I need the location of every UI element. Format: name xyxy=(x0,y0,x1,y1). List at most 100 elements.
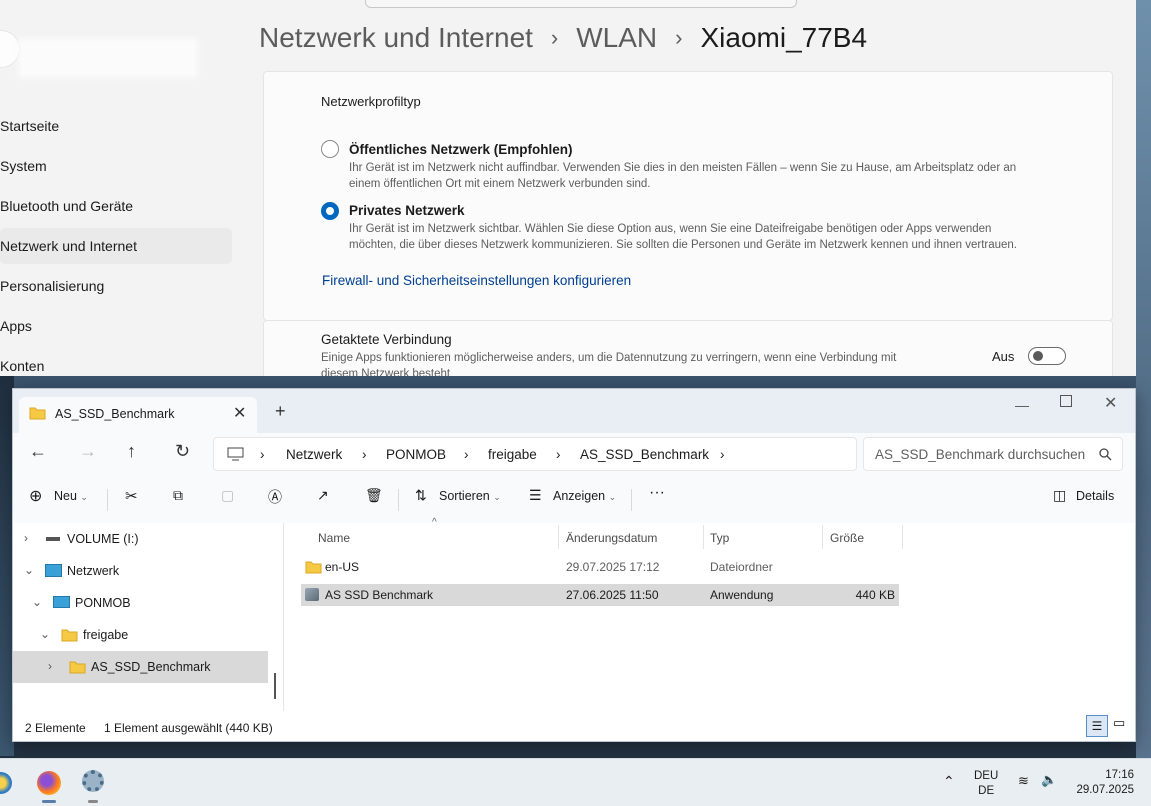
close-window-icon[interactable]: ✕ xyxy=(1104,393,1117,413)
chevron-right-icon: › xyxy=(550,24,559,50)
computer-icon xyxy=(53,596,70,608)
address-freigabe[interactable]: freigabe xyxy=(488,447,537,462)
tree-item-ponmob[interactable]: ⌄ PONMOB xyxy=(13,587,268,619)
tab-bar: AS_SSD_Benchmark ✕ + — ✕ xyxy=(13,389,1135,433)
tiles-view-icon[interactable]: ▭ xyxy=(1113,715,1125,731)
column-date[interactable]: Änderungsdatum xyxy=(566,531,657,545)
details-view-icon[interactable]: ☰ xyxy=(1086,715,1108,737)
drive-icon xyxy=(46,537,60,541)
chevron-right-icon[interactable]: › xyxy=(720,447,725,462)
chevron-down-icon: ⌄ xyxy=(493,492,501,502)
chevron-right-icon[interactable]: › xyxy=(48,659,52,673)
network-icon xyxy=(45,564,62,577)
file-row-as-ssd-benchmark[interactable]: AS SSD Benchmark 27.06.2025 11:50 Anwend… xyxy=(301,584,899,606)
monitor-icon xyxy=(227,447,244,461)
search-input[interactable]: AS_SSD_Benchmark durchsuchen xyxy=(863,437,1123,471)
column-name[interactable]: Name xyxy=(318,531,350,545)
maximize-icon[interactable] xyxy=(1060,395,1072,407)
metered-title: Getaktete Verbindung xyxy=(321,332,452,347)
chevron-right-icon: › xyxy=(362,447,367,462)
show-hidden-icons[interactable]: ⌃ xyxy=(943,773,955,790)
language-indicator[interactable]: DEU DE xyxy=(974,769,998,799)
page-title: Xiaomi_77B4 xyxy=(700,21,868,53)
public-network-radio[interactable] xyxy=(321,140,339,158)
chevron-down-icon[interactable]: ⌄ xyxy=(32,595,42,609)
breadcrumb-wlan[interactable]: WLAN xyxy=(576,22,657,54)
view-button[interactable]: Anzeigen ⌄ xyxy=(553,489,616,503)
back-arrow-icon[interactable]: ← xyxy=(29,441,47,462)
public-network-desc: Ihr Gerät ist im Netzwerk nicht auffindb… xyxy=(349,162,1017,190)
app-icon[interactable] xyxy=(0,772,12,794)
application-icon xyxy=(305,588,319,601)
address-bar[interactable]: › Netzwerk › PONMOB › freigabe › AS_SSD_… xyxy=(213,437,857,471)
address-netzwerk[interactable]: Netzwerk xyxy=(286,447,342,462)
file-explorer-window: AS_SSD_Benchmark ✕ + — ✕ ← → ↑ ↻ › Netzw… xyxy=(12,388,1136,742)
separator xyxy=(398,489,399,511)
active-app-indicator xyxy=(42,800,56,803)
plus-circle-icon[interactable]: ⊕ xyxy=(29,486,42,506)
nav-item-personalisierung[interactable]: Personalisierung xyxy=(0,268,232,304)
toggle-knob xyxy=(1033,351,1043,361)
forward-arrow-icon[interactable]: → xyxy=(79,441,97,462)
chevron-down-icon[interactable]: ⌄ xyxy=(40,627,50,641)
metered-toggle[interactable] xyxy=(1028,347,1066,365)
file-row-en-us[interactable]: en-US 29.07.2025 17:12 Dateiordner xyxy=(301,556,899,578)
nav-item-startseite[interactable]: Startseite xyxy=(0,108,232,144)
public-network-label: Öffentliches Netzwerk (Empfohlen) xyxy=(349,142,573,157)
nav-item-bluetooth[interactable]: Bluetooth und Geräte xyxy=(0,188,232,224)
column-size[interactable]: Größe xyxy=(830,531,864,545)
account-name-redacted xyxy=(18,38,198,78)
refresh-icon[interactable]: ↻ xyxy=(175,441,190,462)
settings-gear-icon[interactable] xyxy=(82,770,104,792)
nav-scrollbar[interactable] xyxy=(274,673,276,699)
chevron-down-icon[interactable]: ⌄ xyxy=(24,563,34,577)
metered-desc: Einige Apps funktionieren möglicherweise… xyxy=(321,352,897,376)
details-button[interactable]: Details xyxy=(1076,489,1114,503)
more-options-icon[interactable]: ··· xyxy=(649,484,665,502)
breadcrumb-netzwerk[interactable]: Netzwerk und Internet xyxy=(259,22,533,54)
tab-as-ssd-benchmark[interactable]: AS_SSD_Benchmark ✕ xyxy=(19,397,257,433)
private-network-desc: Ihr Gerät ist im Netzwerk sichtbar. Wähl… xyxy=(349,223,1017,251)
separator xyxy=(902,525,903,549)
copy-icon[interactable]: ⧉ xyxy=(173,487,183,504)
volume-icon[interactable]: 🔈 xyxy=(1041,772,1057,788)
close-tab-icon[interactable]: ✕ xyxy=(233,403,246,423)
nav-item-konten[interactable]: Konten xyxy=(0,348,232,376)
tree-item-volume-i[interactable]: › VOLUME (I:) xyxy=(13,523,268,555)
column-type[interactable]: Typ xyxy=(710,531,729,545)
new-button[interactable]: Neu ⌄ xyxy=(54,489,88,503)
status-bar: 2 Elemente 1 Element ausgewählt (440 KB)… xyxy=(13,711,1135,741)
nav-item-netzwerk[interactable]: Netzwerk und Internet xyxy=(0,228,232,264)
address-ponmob[interactable]: PONMOB xyxy=(386,447,446,462)
wifi-icon[interactable]: ≋ xyxy=(1018,773,1029,789)
tree-item-netzwerk[interactable]: ⌄ Netzwerk xyxy=(13,555,268,587)
separator xyxy=(107,489,108,511)
avatar xyxy=(0,30,20,68)
delete-icon[interactable]: 🗑 xyxy=(365,487,383,504)
separator xyxy=(631,489,632,511)
sort-button[interactable]: Sortieren ⌄ xyxy=(439,489,501,503)
new-tab-icon[interactable]: + xyxy=(275,401,286,422)
tree-item-as-ssd-benchmark[interactable]: › AS_SSD_Benchmark xyxy=(13,651,268,683)
share-icon[interactable]: ↗ xyxy=(317,487,329,504)
chevron-right-icon[interactable]: › xyxy=(24,531,28,545)
desktop-wallpaper xyxy=(1136,0,1151,805)
tree-item-freigabe[interactable]: ⌄ freigabe xyxy=(13,619,268,651)
nav-item-apps[interactable]: Apps xyxy=(0,308,232,344)
address-as-ssd-benchmark[interactable]: AS_SSD_Benchmark xyxy=(580,447,709,462)
minimize-icon[interactable]: — xyxy=(1015,397,1029,413)
firewall-settings-link[interactable]: Firewall- und Sicherheitseinstellungen k… xyxy=(322,273,631,288)
settings-search-box[interactable] xyxy=(365,0,797,8)
clock[interactable]: 17:16 29.07.2025 xyxy=(1074,768,1134,798)
taskbar: ⌃ DEU DE ≋ 🔈 17:16 29.07.2025 xyxy=(0,758,1151,806)
sort-indicator-icon: ^ xyxy=(432,517,437,528)
up-arrow-icon[interactable]: ↑ xyxy=(127,441,136,462)
firefox-icon[interactable] xyxy=(37,771,61,795)
chevron-right-icon: › xyxy=(675,24,683,50)
rename-icon[interactable]: Ⓐ xyxy=(268,487,282,507)
private-network-radio[interactable] xyxy=(321,202,339,220)
nav-item-system[interactable]: System xyxy=(0,148,232,184)
cut-icon[interactable]: ✂ xyxy=(125,487,138,505)
chevron-down-icon: ⌄ xyxy=(608,492,617,502)
paste-icon[interactable]: ▢ xyxy=(221,487,234,504)
